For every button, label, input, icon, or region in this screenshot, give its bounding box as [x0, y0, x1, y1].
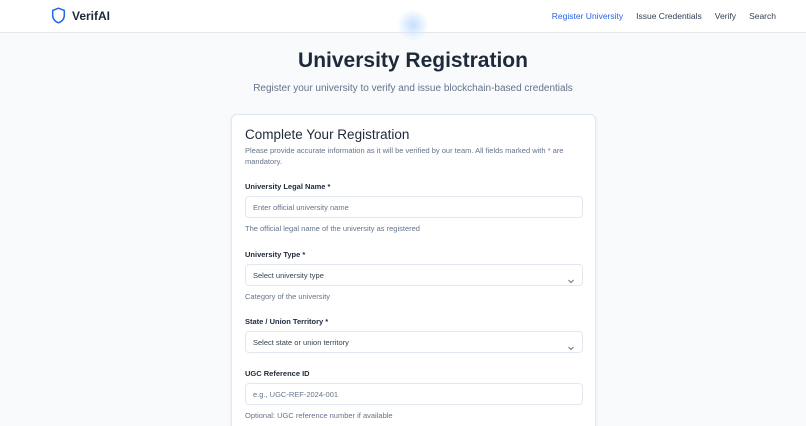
decorative-glow: [398, 10, 428, 40]
state-select[interactable]: Select state or union territory: [245, 331, 583, 353]
nav-issue-credentials[interactable]: Issue Credentials: [636, 11, 702, 21]
nav-search[interactable]: Search: [749, 11, 776, 21]
university-type-select[interactable]: Select university type: [245, 264, 583, 286]
page-subtitle: Register your university to verify and i…: [253, 83, 573, 94]
form-title: Complete Your Registration: [245, 127, 410, 142]
chevron-down-icon: [567, 272, 575, 290]
nav-links: Register University Issue Credentials Ve…: [539, 0, 776, 32]
university-type-value: Select university type: [253, 271, 324, 280]
nav-register-university[interactable]: Register University: [552, 11, 623, 21]
shield-icon: [51, 7, 66, 24]
state-value: Select state or union territory: [253, 338, 349, 347]
university-name-input[interactable]: [245, 196, 583, 218]
university-type-label: University Type *: [245, 250, 306, 259]
nav-verify[interactable]: Verify: [715, 11, 736, 21]
page-title: University Registration: [298, 49, 528, 72]
state-label: State / Union Territory *: [245, 317, 329, 326]
ugc-reference-label: UGC Reference ID: [245, 369, 310, 378]
brand-name: VerifAI: [72, 8, 111, 23]
ugc-reference-help: Optional: UGC reference number if availa…: [245, 411, 393, 420]
brand-logo[interactable]: VerifAI: [51, 7, 110, 24]
university-name-help: The official legal name of the universit…: [245, 224, 420, 233]
university-name-label: University Legal Name *: [245, 182, 331, 191]
registration-form-card: Complete Your Registration Please provid…: [231, 114, 596, 426]
chevron-down-icon: [567, 339, 575, 357]
ugc-reference-input[interactable]: [245, 383, 583, 405]
form-description: Please provide accurate information as i…: [245, 146, 564, 166]
university-type-help: Category of the university: [245, 292, 331, 301]
